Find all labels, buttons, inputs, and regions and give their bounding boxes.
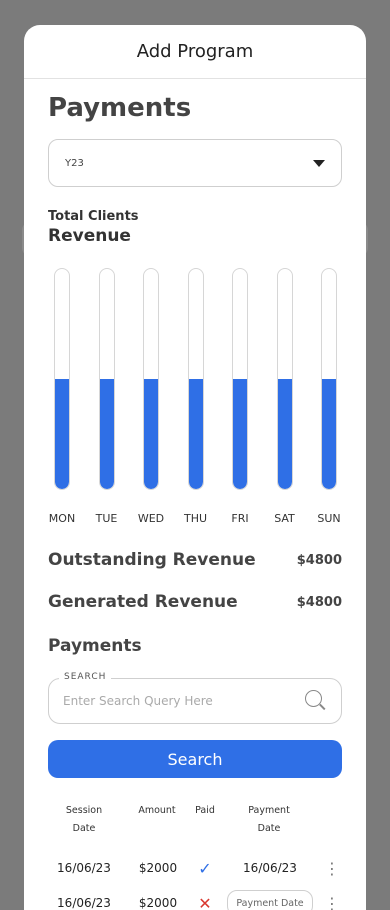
bar-track-tue — [98, 268, 115, 490]
cross-icon: ✕ — [198, 893, 212, 910]
search-input[interactable] — [63, 694, 305, 708]
bar-track-thu — [187, 268, 204, 490]
bar-track-fri — [232, 268, 248, 490]
bar-track-sat — [276, 268, 293, 490]
tick-label-sun: SUN — [317, 512, 341, 525]
outstanding-revenue-value: $4800 — [296, 552, 342, 568]
chart-label-large: Revenue — [48, 226, 131, 246]
amount-cell: $2000 — [138, 861, 178, 875]
bar-sun — [322, 379, 336, 489]
search-icon[interactable] — [305, 690, 327, 712]
bar-track-sun — [321, 268, 337, 490]
sheet-title: Add Program — [136, 41, 254, 62]
header-paid: Paid — [195, 805, 215, 816]
session-date-cell: 16/06/23 — [57, 861, 111, 875]
outstanding-revenue-row: Outstanding Revenue $4800 — [48, 550, 342, 570]
generated-revenue-label: Generated Revenue — [48, 592, 238, 612]
check-icon: ✓ — [198, 858, 212, 878]
search-field: SEARCH — [48, 672, 342, 724]
tick-label-thu: THU — [183, 512, 208, 525]
caret-down-icon — [313, 159, 325, 167]
tick-label-tue: TUE — [95, 512, 118, 525]
payment-date-input[interactable]: Payment Date — [227, 890, 313, 910]
payments-section-title: Payments — [48, 636, 142, 656]
tick-label-sat: SAT — [274, 512, 295, 525]
bar-fri — [233, 379, 247, 489]
header-session-date: Session Date — [65, 805, 103, 834]
bar-mon — [55, 379, 69, 489]
search-label: SEARCH — [59, 672, 112, 682]
bar-thu — [188, 379, 203, 489]
bar-sat — [277, 379, 292, 489]
year-select-value: Y23 — [65, 157, 84, 169]
bar-wed — [144, 379, 158, 489]
search-button[interactable]: Search — [48, 740, 342, 778]
tick-label-mon: MON — [48, 512, 76, 525]
header-amount: Amount — [138, 805, 176, 816]
amount-cell: $2000 — [138, 896, 178, 910]
payment-date-cell: 16/06/23 — [243, 861, 297, 875]
payment-date-cell: Payment Date — [226, 889, 314, 910]
chart-label-small: Total Clients — [48, 209, 139, 224]
more-options-icon[interactable]: ⋮ — [322, 889, 342, 910]
sheet-header: Add Program — [24, 25, 366, 79]
revenue-bar-chart: MON TUE WED THU FRI SAT SUN — [48, 258, 342, 528]
bar-tue — [99, 379, 114, 489]
page-title: Payments — [48, 93, 192, 123]
year-select[interactable]: Y23 — [48, 139, 342, 187]
outstanding-revenue-label: Outstanding Revenue — [48, 550, 256, 570]
tick-label-fri: FRI — [231, 512, 249, 525]
generated-revenue-row: Generated Revenue $4800 — [48, 592, 342, 612]
table-row: 16/06/23 $2000 ✕ Payment Date ⋮ — [48, 889, 342, 910]
table-row: 16/06/23 $2000 ✓ 16/06/23 ⋮ — [48, 854, 342, 882]
more-options-icon[interactable]: ⋮ — [322, 854, 342, 882]
bar-track-mon — [54, 268, 70, 490]
generated-revenue-value: $4800 — [296, 594, 342, 610]
header-payment-date: Payment Date — [248, 805, 290, 834]
add-program-sheet: Add Program Payments Y23 Total Clients R… — [24, 25, 366, 910]
tick-label-wed: WED — [137, 512, 165, 525]
bar-track-wed — [143, 268, 159, 490]
session-date-cell: 16/06/23 — [57, 896, 111, 910]
